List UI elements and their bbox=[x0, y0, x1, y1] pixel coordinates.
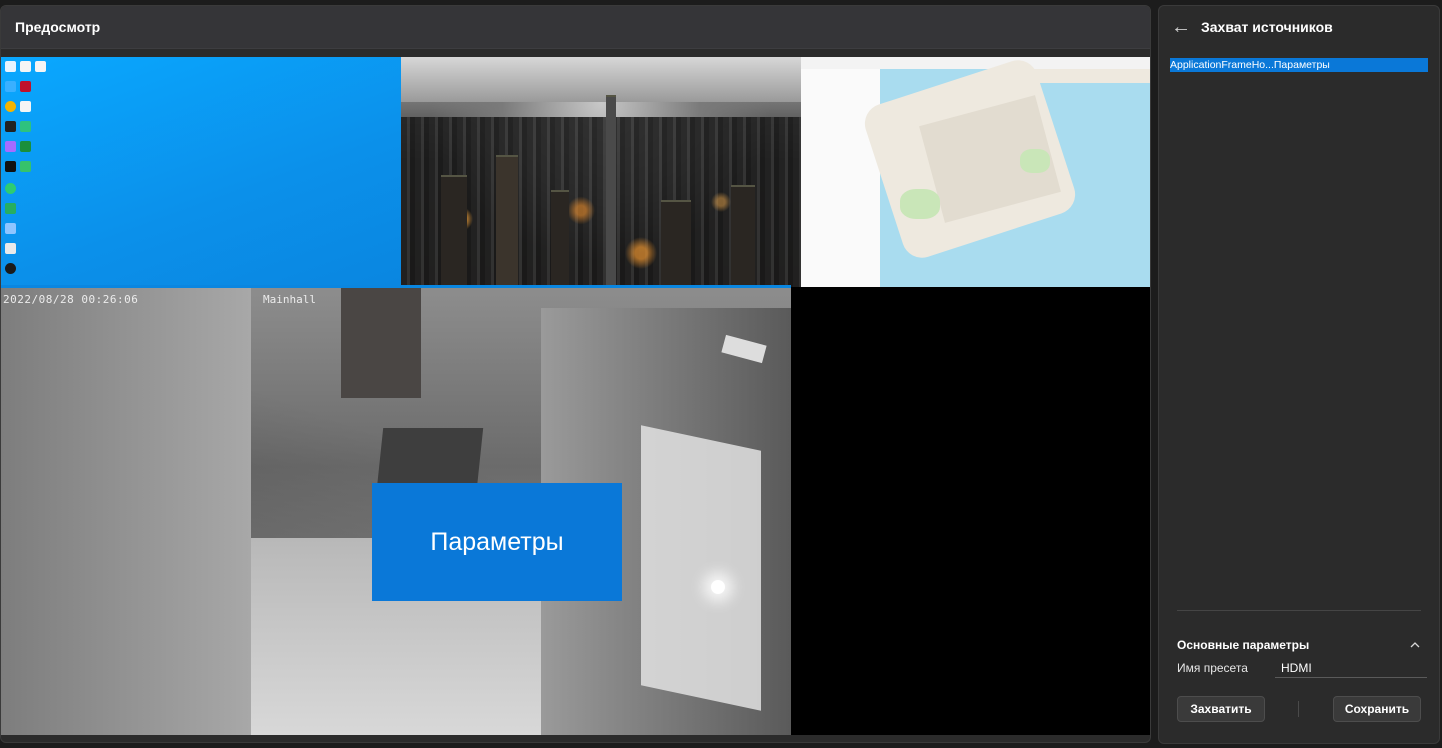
divider bbox=[1177, 610, 1421, 611]
desktop-icon bbox=[20, 101, 31, 112]
map-park bbox=[1020, 149, 1050, 173]
building bbox=[731, 185, 755, 287]
info-poster bbox=[641, 425, 761, 711]
desktop-icon bbox=[5, 243, 16, 254]
desktop-icon bbox=[5, 121, 16, 132]
camera-timestamp: 2022/08/28 00:26:06 bbox=[3, 293, 139, 306]
desktop-icon bbox=[20, 121, 31, 132]
save-button[interactable]: Сохранить bbox=[1333, 696, 1421, 722]
desktop-icon bbox=[5, 81, 16, 92]
desktop-icon bbox=[35, 61, 46, 72]
building bbox=[606, 95, 616, 287]
desktop-icon bbox=[5, 263, 16, 274]
chevron-up-icon bbox=[1410, 642, 1420, 648]
preview-panel: Предосмотр 2022/08/28 00:26:06 Mainhall bbox=[0, 5, 1151, 743]
sources-header: ← Захват источников bbox=[1159, 6, 1439, 48]
map-land bbox=[1030, 69, 1150, 83]
button-separator bbox=[1298, 701, 1299, 717]
desktop-icon bbox=[5, 61, 16, 72]
desktop-icon bbox=[20, 161, 31, 172]
preset-name-input[interactable] bbox=[1275, 659, 1427, 678]
corridor-wall bbox=[1, 288, 251, 735]
source-list-item[interactable]: ApplicationFrameHo...Параметры bbox=[1170, 58, 1428, 72]
building bbox=[441, 175, 467, 287]
desktop-icon bbox=[5, 223, 16, 234]
building bbox=[661, 200, 691, 287]
empty-tile bbox=[791, 288, 1150, 735]
desktop-icon bbox=[5, 161, 16, 172]
desktop-icon bbox=[5, 141, 16, 152]
building bbox=[496, 155, 518, 287]
desktop-icon bbox=[20, 81, 31, 92]
sources-title: Захват источников bbox=[1201, 19, 1333, 35]
desktop-icon bbox=[20, 61, 31, 72]
map-view bbox=[859, 57, 1150, 287]
arrow-left-icon[interactable]: ← bbox=[1171, 17, 1199, 37]
parameters-overlay[interactable]: Параметры bbox=[372, 483, 622, 601]
basic-parameters-section-toggle[interactable]: Основные параметры bbox=[1177, 637, 1421, 653]
city-image-tile[interactable] bbox=[401, 57, 801, 287]
desktop-icon bbox=[5, 203, 16, 214]
map-browser-tile[interactable] bbox=[801, 57, 1150, 287]
preview-header: Предосмотр bbox=[1, 6, 1150, 49]
preview-title: Предосмотр bbox=[15, 19, 101, 35]
preview-canvas: 2022/08/28 00:26:06 Mainhall bbox=[1, 57, 1150, 735]
preset-name-label: Имя пресета bbox=[1177, 661, 1248, 675]
parameters-overlay-label: Параметры bbox=[430, 527, 564, 556]
map-park bbox=[900, 189, 940, 219]
desktop-icon bbox=[5, 183, 16, 194]
capture-button[interactable]: Захватить bbox=[1177, 696, 1265, 722]
building bbox=[551, 190, 569, 287]
corridor-doorway bbox=[341, 288, 421, 398]
city-sky bbox=[401, 57, 801, 102]
browser-sidebar bbox=[801, 69, 881, 287]
wall-light bbox=[711, 580, 725, 594]
desktop-icon bbox=[20, 141, 31, 152]
capture-sources-panel: ← Захват источников ApplicationFrameHo..… bbox=[1158, 5, 1440, 744]
desktop-icon bbox=[5, 101, 16, 112]
section-title: Основные параметры bbox=[1177, 638, 1310, 652]
camera-location-label: Mainhall bbox=[263, 293, 316, 306]
desktop-capture-tile[interactable] bbox=[1, 57, 401, 287]
